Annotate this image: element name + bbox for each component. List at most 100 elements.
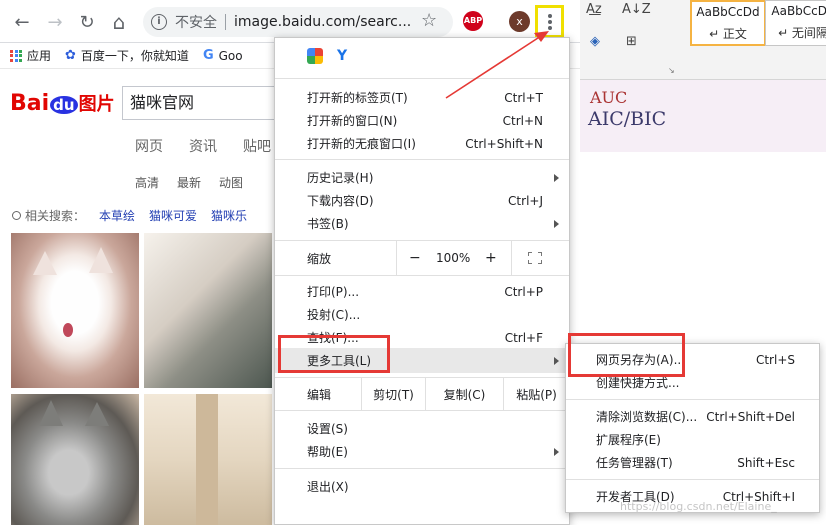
screenshot-root: A͟z A↓Z ◈ ⊞ ↘ AaBbCcDd ↵ 正文 AaBbCcDd ↵ 无… bbox=[0, 0, 826, 525]
zoom-divider bbox=[511, 241, 512, 275]
related-link[interactable]: 本草绘 bbox=[99, 207, 135, 224]
submenu-arrow-icon bbox=[554, 173, 559, 182]
cat-ear bbox=[39, 400, 63, 426]
submenu-arrow-icon bbox=[554, 447, 559, 456]
zoom-in-button[interactable]: + bbox=[485, 250, 497, 266]
kebab-menu-icon[interactable] bbox=[538, 8, 561, 35]
menu-item-exit[interactable]: 退出(X) bbox=[275, 475, 569, 498]
fill-bucket-icon[interactable]: ◈ bbox=[590, 34, 600, 49]
menu-item-label: 书签(B) bbox=[307, 217, 349, 231]
search-input[interactable]: 猫咪官网 bbox=[122, 86, 282, 120]
submenu-item-clear-data[interactable]: 清除浏览数据(C)... Ctrl+Shift+Del bbox=[566, 405, 819, 428]
reload-icon[interactable]: ↻ bbox=[74, 9, 100, 35]
submenu-item-extensions[interactable]: 扩展程序(E) bbox=[566, 428, 819, 451]
bookmark-apps[interactable]: 应用 bbox=[10, 47, 51, 64]
info-icon[interactable]: i bbox=[151, 14, 167, 30]
color-extension-icon[interactable] bbox=[307, 48, 323, 64]
menu-item-shortcut: Ctrl+J bbox=[508, 193, 543, 208]
related-link[interactable]: 猫咪可爱 bbox=[149, 207, 197, 224]
watermark-text: https://blog.csdn.net/Elaine_ bbox=[620, 500, 777, 513]
menu-button-highlight[interactable] bbox=[535, 5, 564, 38]
filter-hd[interactable]: 高清 bbox=[135, 174, 159, 191]
bookmark-baidu[interactable]: ✿ 百度一下，你就知道 bbox=[65, 47, 189, 64]
menu-item-label: 打开新的标签页(T) bbox=[307, 91, 408, 105]
filter-animated[interactable]: 动图 bbox=[219, 174, 243, 191]
menu-item-label: 下载内容(D) bbox=[307, 194, 374, 208]
word-ribbon: A͟z A↓Z ◈ ⊞ ↘ AaBbCcDd ↵ 正文 AaBbCcDd ↵ 无… bbox=[580, 0, 826, 80]
style-normal[interactable]: AaBbCcDd ↵ 正文 bbox=[690, 0, 766, 46]
paste-button[interactable]: 粘贴(P) bbox=[503, 378, 569, 410]
menu-item-shortcut: Ctrl+T bbox=[504, 90, 543, 105]
menu-item-edit: 编辑 剪切(T) 复制(C) 粘贴(P) bbox=[275, 378, 569, 410]
menu-item-shortcut: Ctrl+N bbox=[502, 113, 543, 128]
home-icon[interactable]: ⌂ bbox=[106, 9, 132, 35]
fullscreen-icon[interactable] bbox=[528, 252, 542, 264]
tab-tieba[interactable]: 贴吧 bbox=[243, 136, 271, 156]
edit-label: 编辑 bbox=[307, 387, 332, 402]
menu-item-history[interactable]: 历史记录(H) bbox=[275, 166, 569, 189]
style-no-spacing[interactable]: AaBbCcDd ↵ 无间隔 bbox=[765, 0, 826, 46]
back-icon[interactable]: ← bbox=[9, 9, 35, 35]
sort-icon[interactable]: A↓Z bbox=[622, 2, 651, 17]
image-thumbnail[interactable] bbox=[144, 233, 272, 388]
cat-ear bbox=[89, 247, 113, 273]
apps-grid-icon bbox=[10, 49, 22, 62]
submenu-item-shortcut: Ctrl+Shift+Del bbox=[706, 409, 795, 424]
menu-item-downloads[interactable]: 下载内容(D) Ctrl+J bbox=[275, 189, 569, 212]
filter-latest[interactable]: 最新 bbox=[177, 174, 201, 191]
baidu-logo[interactable]: Bai du 图片 bbox=[10, 90, 115, 116]
menu-item-print[interactable]: 打印(P)... Ctrl+P bbox=[275, 280, 569, 303]
menu-divider bbox=[275, 468, 569, 469]
tab-news[interactable]: 资讯 bbox=[189, 136, 217, 156]
menu-item-new-window[interactable]: 打开新的窗口(N) Ctrl+N bbox=[275, 109, 569, 132]
address-bar[interactable]: i 不安全 image.baidu.com/searc... bbox=[143, 7, 453, 37]
related-link[interactable]: 猫咪乐 bbox=[211, 207, 247, 224]
zoom-out-button[interactable]: − bbox=[409, 250, 421, 266]
menu-item-incognito[interactable]: 打开新的无痕窗口(I) Ctrl+Shift+N bbox=[275, 132, 569, 155]
search-icon bbox=[12, 211, 21, 220]
menu-item-label: 退出(X) bbox=[307, 480, 349, 494]
url-text[interactable]: image.baidu.com/searc... bbox=[234, 14, 411, 30]
adblock-icon[interactable]: ABP bbox=[463, 11, 483, 31]
image-thumbnail[interactable] bbox=[11, 233, 139, 388]
format-icon[interactable]: A͟z bbox=[586, 2, 602, 17]
image-thumbnail[interactable] bbox=[144, 394, 272, 525]
star-icon[interactable]: ☆ bbox=[421, 10, 437, 31]
menu-divider bbox=[566, 479, 819, 480]
y-extension-icon[interactable]: Y bbox=[337, 48, 353, 64]
cut-button[interactable]: 剪切(T) bbox=[361, 378, 425, 410]
dialog-launcher-icon[interactable]: ↘ bbox=[668, 66, 675, 75]
style-name: ↵ 正文 bbox=[709, 27, 747, 41]
menu-item-bookmarks[interactable]: 书签(B) bbox=[275, 212, 569, 235]
insecure-label[interactable]: 不安全 bbox=[175, 12, 217, 32]
menu-item-cast[interactable]: 投射(C)... bbox=[275, 303, 569, 326]
menu-item-new-tab[interactable]: 打开新的标签页(T) Ctrl+T bbox=[275, 86, 569, 109]
bookmark-label: 应用 bbox=[27, 49, 52, 63]
menu-item-label: 设置(S) bbox=[307, 422, 348, 436]
bookmark-google[interactable]: G Goo bbox=[203, 48, 243, 63]
tab-web[interactable]: 网页 bbox=[135, 136, 163, 156]
doc-text-line: AUC bbox=[590, 88, 628, 107]
forward-icon[interactable]: → bbox=[42, 9, 68, 35]
zoom-label: 缩放 bbox=[307, 251, 332, 266]
image-filters: 高清 最新 动图 bbox=[135, 174, 243, 191]
related-searches: 相关搜索： 本草绘 猫咪可爱 猫咪乐 bbox=[12, 207, 247, 224]
copy-button[interactable]: 复制(C) bbox=[425, 378, 503, 410]
image-thumbnail[interactable] bbox=[11, 394, 139, 525]
google-g-icon: G bbox=[202, 48, 214, 63]
logo-part: du bbox=[50, 96, 78, 114]
menu-divider bbox=[275, 159, 569, 160]
annotation-box-more-tools bbox=[278, 335, 390, 373]
zoom-divider bbox=[396, 241, 397, 275]
menu-item-shortcut: Ctrl+Shift+N bbox=[465, 136, 543, 151]
logo-part: Bai bbox=[10, 91, 50, 116]
submenu-item-task-manager[interactable]: 任务管理器(T) Shift+Esc bbox=[566, 451, 819, 474]
menu-item-help[interactable]: 帮助(E) bbox=[275, 440, 569, 463]
border-icon[interactable]: ⊞ bbox=[626, 34, 637, 49]
style-sample: AaBbCcDd bbox=[771, 4, 826, 18]
menu-item-shortcut: Ctrl+F bbox=[504, 330, 543, 345]
menu-item-label: 投射(C)... bbox=[307, 308, 361, 322]
profile-avatar[interactable]: x bbox=[509, 11, 530, 32]
menu-item-settings[interactable]: 设置(S) bbox=[275, 417, 569, 440]
baidu-paw-icon: ✿ bbox=[65, 48, 76, 63]
